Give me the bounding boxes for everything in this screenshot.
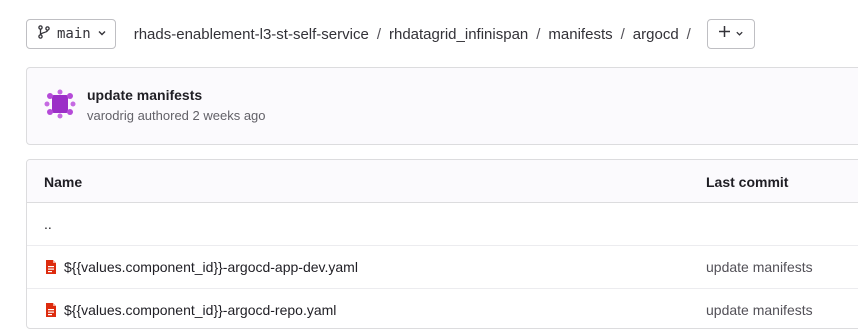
breadcrumb: rhads-enablement-l3-st-self-service / rh…	[134, 26, 699, 43]
table-row[interactable]: ${{values.component_id}}-argocd-app-dev.…	[27, 246, 858, 289]
last-commit-cell[interactable]: update manifests	[706, 302, 813, 318]
avatar[interactable]	[43, 87, 77, 121]
last-commit-cell[interactable]: update manifests	[706, 259, 813, 275]
column-header-last-commit: Last commit	[706, 174, 789, 190]
breadcrumb-item-argocd[interactable]: argocd	[633, 26, 679, 43]
column-header-name: Name	[44, 174, 83, 190]
breadcrumb-separator: /	[686, 25, 691, 43]
breadcrumb-separator: /	[536, 25, 541, 43]
commit-title-link[interactable]: update manifests	[87, 87, 202, 103]
add-to-tree-button[interactable]	[706, 19, 755, 49]
file-icon	[44, 259, 58, 275]
file-tree-table: Name Last commit .. ${{values.component_…	[26, 159, 858, 329]
parent-directory-link[interactable]: ..	[44, 216, 52, 232]
breadcrumb-item-manifests[interactable]: manifests	[548, 26, 612, 43]
commit-meta: varodrig authored 2 weeks ago	[87, 108, 266, 123]
breadcrumb-item-project[interactable]: rhads-enablement-l3-st-self-service	[134, 26, 369, 43]
branch-selector[interactable]: main	[26, 19, 116, 49]
file-name-cell[interactable]: ${{values.component_id}}-argocd-app-dev.…	[44, 259, 358, 275]
file-name[interactable]: ${{values.component_id}}-argocd-app-dev.…	[64, 259, 358, 275]
breadcrumb-item-folder[interactable]: rhdatagrid_infinispan	[389, 26, 528, 43]
chevron-down-icon	[97, 25, 107, 43]
breadcrumb-separator: /	[376, 25, 381, 43]
branch-icon	[37, 24, 51, 44]
file-name-cell[interactable]: ${{values.component_id}}-argocd-repo.yam…	[44, 302, 336, 318]
file-icon	[44, 302, 58, 318]
table-header: Name Last commit	[27, 160, 858, 203]
repo-toolbar: main rhads-enablement-l3-st-self-service…	[26, 18, 755, 50]
chevron-down-icon	[735, 25, 744, 43]
branch-label: main	[57, 26, 91, 42]
breadcrumb-separator: /	[620, 25, 625, 43]
table-row-parent[interactable]: ..	[27, 203, 858, 246]
file-name[interactable]: ${{values.component_id}}-argocd-repo.yam…	[64, 302, 336, 318]
last-commit-panel: update manifests varodrig authored 2 wee…	[26, 67, 858, 145]
table-row[interactable]: ${{values.component_id}}-argocd-repo.yam…	[27, 289, 858, 328]
plus-icon	[718, 25, 731, 43]
